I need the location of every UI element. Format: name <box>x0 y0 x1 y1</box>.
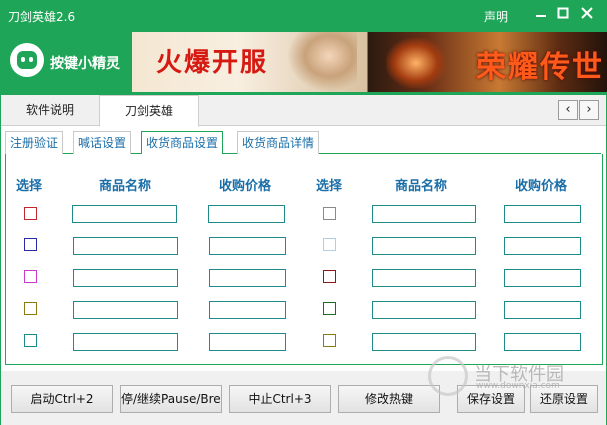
goods-checkbox-right-3[interactable] <box>323 270 336 283</box>
subtab-shout[interactable]: 喊话设置 <box>73 131 132 154</box>
subtab-goods-settings[interactable]: 收货商品设置 <box>141 131 224 156</box>
watermark-url: www.downxia.com <box>476 381 560 391</box>
start-button[interactable]: 启动Ctrl+2 <box>11 385 113 413</box>
goods-checkbox-left-1[interactable] <box>24 207 37 220</box>
goods-name-left-2[interactable] <box>73 237 178 255</box>
header-price-right: 收购价格 <box>515 179 568 194</box>
ad-banner-1[interactable]: 火爆开服 <box>132 32 367 92</box>
maximize-icon[interactable] <box>552 5 574 25</box>
goods-price-right-5[interactable] <box>504 333 581 351</box>
goods-checkbox-right-2[interactable] <box>323 238 336 251</box>
chevron-left-icon[interactable]: ‹ <box>558 100 578 120</box>
brand-name: 按键小精灵 <box>50 56 120 72</box>
goods-checkbox-left-2[interactable] <box>24 238 37 251</box>
sub-tab-bar: 注册验证 喊话设置 收货商品设置 收货商品详情 <box>5 131 601 156</box>
header-name-right: 商品名称 <box>395 179 448 194</box>
subtab-goods-details[interactable]: 收货商品详情 <box>237 131 320 154</box>
goods-price-left-2[interactable] <box>209 237 286 255</box>
goods-name-left-5[interactable] <box>73 333 178 351</box>
stop-button[interactable]: 中止Ctrl+3 <box>229 385 331 413</box>
goods-name-right-1[interactable] <box>372 205 476 223</box>
pause-resume-button[interactable]: 停/继续Pause/Break <box>120 385 222 413</box>
goods-checkbox-left-5[interactable] <box>24 334 37 347</box>
ad-banner-1-text: 火爆开服 <box>156 48 269 78</box>
goods-price-left-1[interactable] <box>208 205 285 223</box>
goods-checkbox-right-4[interactable] <box>323 302 336 315</box>
goods-checkbox-left-3[interactable] <box>24 270 37 283</box>
goods-name-left-4[interactable] <box>73 301 178 319</box>
goods-price-right-4[interactable] <box>504 301 581 319</box>
tab-game[interactable]: 刀剑英雄 <box>99 95 199 127</box>
declare-link[interactable]: 声明 <box>484 8 508 25</box>
header-price-left: 收购价格 <box>219 179 272 194</box>
close-icon[interactable] <box>576 5 598 25</box>
goods-checkbox-right-1[interactable] <box>323 207 336 220</box>
banner: 按键小精灵 火爆开服 荣耀传世 <box>0 30 607 94</box>
ad-figure-image <box>287 32 357 92</box>
goods-price-left-4[interactable] <box>209 301 286 319</box>
goods-checkbox-right-5[interactable] <box>323 334 336 347</box>
goods-name-right-3[interactable] <box>372 269 476 287</box>
ad-banner-2-text: 荣耀传世 <box>476 50 604 85</box>
goods-name-left-3[interactable] <box>73 269 178 287</box>
goods-price-left-3[interactable] <box>209 269 286 287</box>
goods-price-right-1[interactable] <box>504 205 581 223</box>
header-name-left: 商品名称 <box>99 179 152 194</box>
goods-name-right-5[interactable] <box>372 333 476 351</box>
goods-name-left-1[interactable] <box>72 205 177 223</box>
header-select-right: 选择 <box>316 179 343 194</box>
top-tab-bar: 软件说明 刀剑英雄 ‹ › <box>1 95 606 127</box>
chevron-right-icon[interactable]: › <box>579 100 599 120</box>
tab-software-info[interactable]: 软件说明 <box>1 95 99 125</box>
app-logo-icon <box>10 43 44 77</box>
goods-price-right-2[interactable] <box>504 237 581 255</box>
goods-name-right-2[interactable] <box>372 237 476 255</box>
goods-name-right-4[interactable] <box>372 301 476 319</box>
watermark-logo-icon <box>428 356 468 396</box>
goods-price-left-5[interactable] <box>209 333 286 351</box>
ad-warrior-image <box>386 38 446 88</box>
goods-checkbox-left-4[interactable] <box>24 302 37 315</box>
change-hotkey-button[interactable]: 修改热键 <box>338 385 440 413</box>
ad-banner-2[interactable]: 荣耀传世 <box>368 32 607 92</box>
goods-price-right-3[interactable] <box>504 269 581 287</box>
window-title: 刀剑英雄2.6 <box>8 10 76 24</box>
subtab-register[interactable]: 注册验证 <box>5 131 64 154</box>
header-select-left: 选择 <box>16 179 43 194</box>
title-bar: 刀剑英雄2.6 声明 <box>0 0 607 30</box>
minimize-icon[interactable] <box>530 5 552 25</box>
